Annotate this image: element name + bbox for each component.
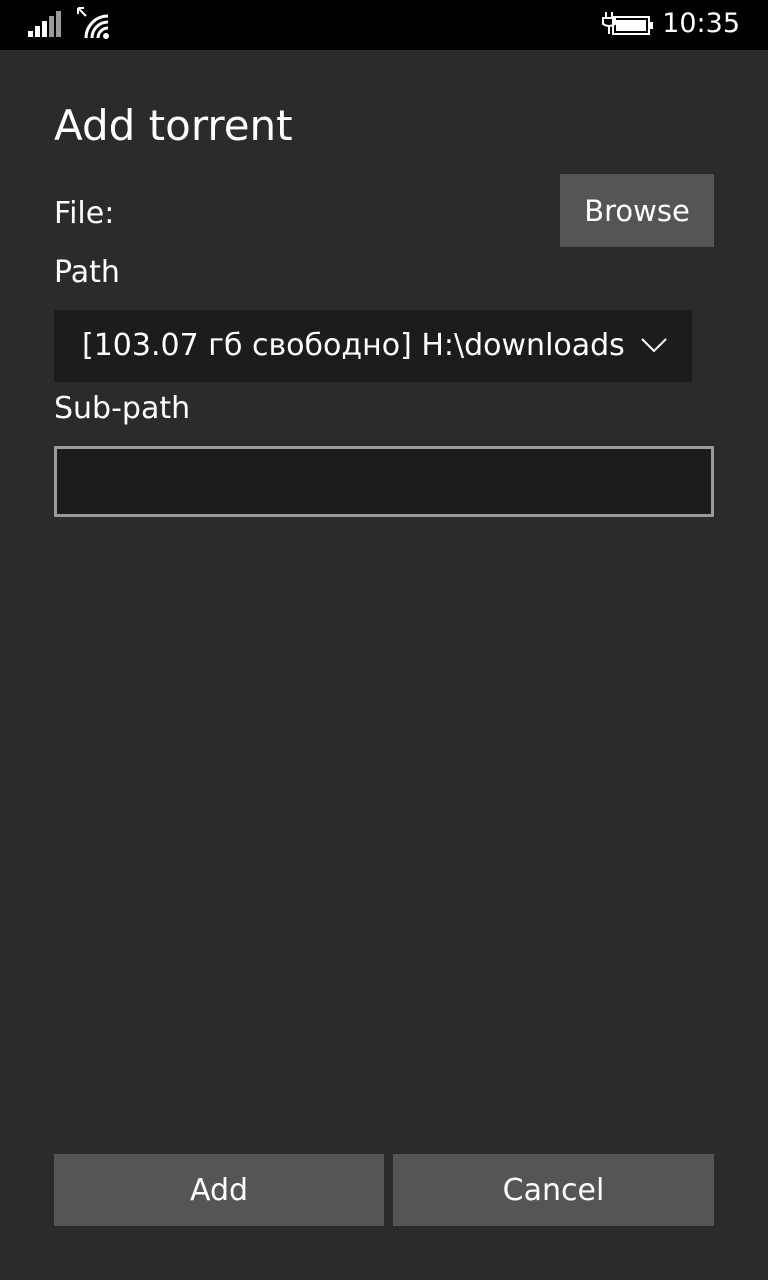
wifi-icon bbox=[77, 7, 109, 39]
chevron-down-icon bbox=[641, 338, 667, 353]
path-label: Path bbox=[54, 255, 120, 290]
path-dropdown-value: [103.07 гб свободно] H:\downloads bbox=[82, 328, 625, 363]
status-bar: 10:35 bbox=[0, 0, 768, 50]
battery-charging-icon bbox=[602, 12, 653, 35]
file-label: File: bbox=[54, 196, 115, 231]
subpath-input[interactable] bbox=[54, 446, 714, 517]
add-button[interactable]: Add bbox=[54, 1154, 384, 1226]
browse-button[interactable]: Browse bbox=[560, 174, 714, 247]
subpath-label: Sub-path bbox=[54, 391, 191, 426]
signal-bars-icon bbox=[28, 11, 61, 37]
cancel-button[interactable]: Cancel bbox=[393, 1154, 714, 1226]
dialog-title: Add torrent bbox=[54, 101, 293, 150]
path-dropdown[interactable]: [103.07 гб свободно] H:\downloads bbox=[54, 310, 692, 382]
clock: 10:35 bbox=[662, 8, 740, 39]
